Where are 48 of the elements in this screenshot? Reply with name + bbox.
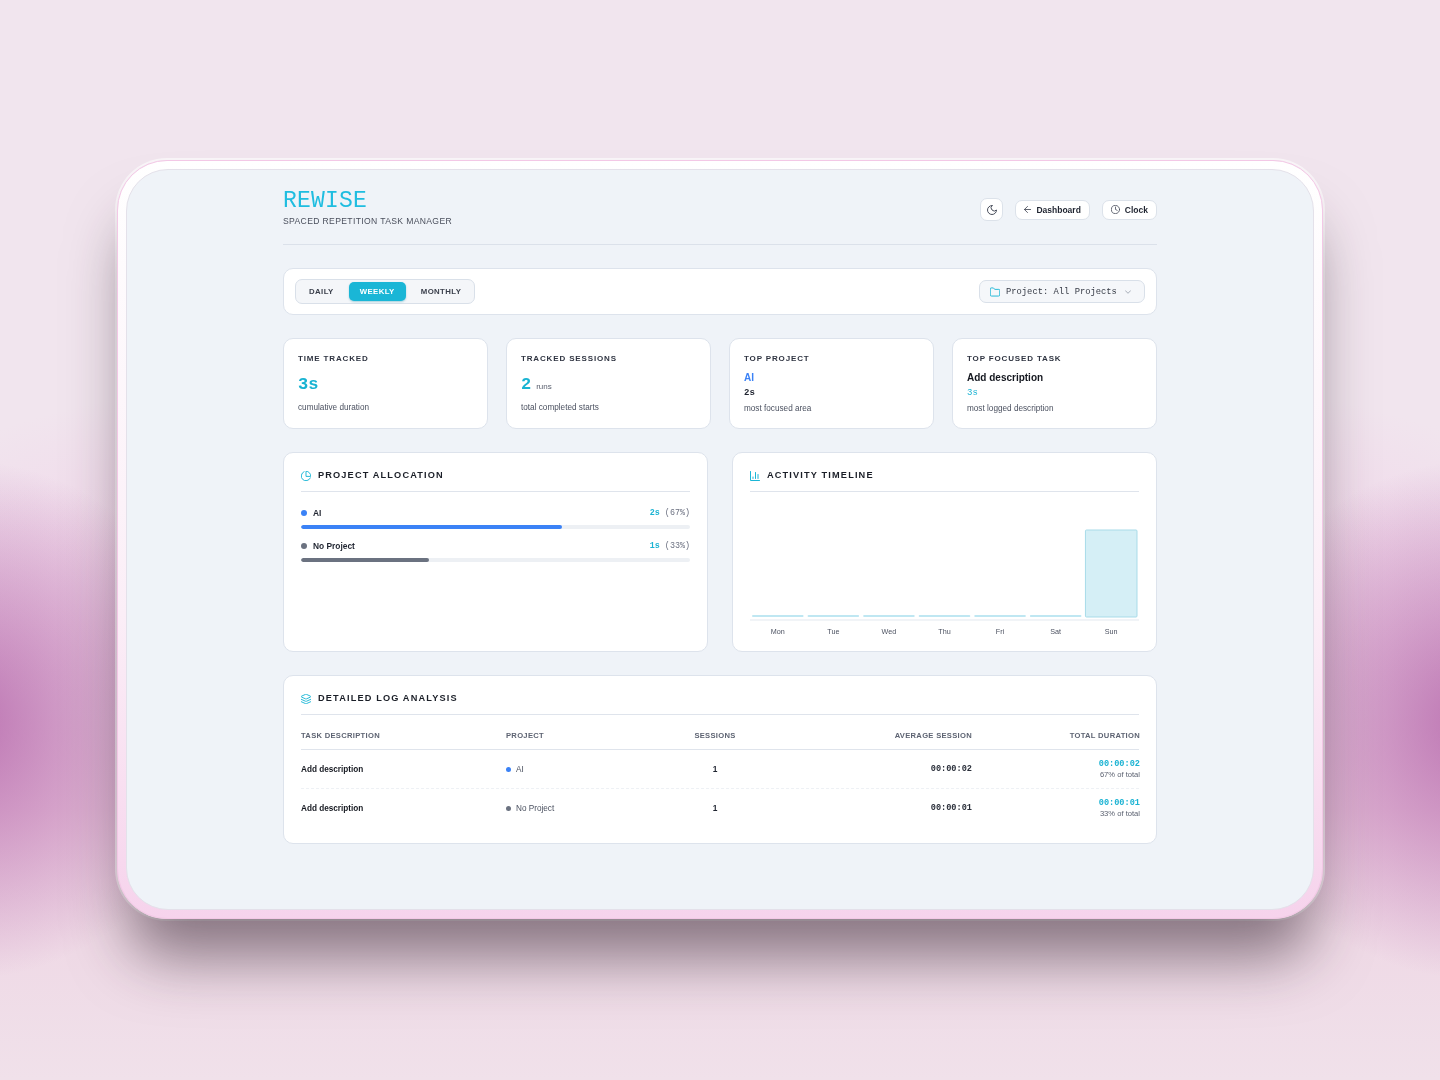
stat-value: 3s bbox=[298, 375, 319, 395]
stat-name: AI bbox=[744, 372, 754, 384]
bar-chart-icon bbox=[750, 470, 760, 481]
total-duration: 00:00:01 bbox=[1098, 798, 1140, 808]
clock-icon bbox=[1110, 205, 1120, 214]
stat-name: Add description bbox=[967, 372, 1044, 384]
clock-button[interactable]: Clock bbox=[1101, 199, 1157, 220]
arrow-left-icon bbox=[1024, 206, 1032, 213]
panel-title: ACTIVITY TIMELINE bbox=[767, 469, 874, 482]
folder-icon bbox=[990, 286, 1000, 297]
project-name: AI bbox=[313, 508, 323, 518]
project-share: (33%) bbox=[664, 541, 690, 551]
theme-toggle-button[interactable] bbox=[980, 198, 1004, 221]
stat-label: TOP PROJECT bbox=[744, 353, 810, 365]
table-cell: Add description bbox=[301, 764, 364, 774]
table-cell: 00:00:02 bbox=[930, 764, 972, 774]
panel-title: PROJECT ALLOCATION bbox=[318, 469, 444, 482]
stat-description: cumulative duration bbox=[298, 402, 369, 413]
stat-description: most logged description bbox=[967, 403, 1054, 414]
project-duration: 1s bbox=[649, 541, 660, 551]
stat-description: total completed starts bbox=[521, 402, 599, 413]
stat-label: TRACKED SESSIONS bbox=[521, 353, 617, 365]
app-logo: REWISE bbox=[283, 188, 367, 214]
pie-chart-icon bbox=[301, 470, 311, 481]
chevron-down-icon bbox=[1124, 289, 1131, 294]
stat-label: TOP FOCUSED TASK bbox=[967, 353, 1062, 365]
stat-description: most focused area bbox=[744, 403, 812, 414]
dashboard-button[interactable]: Dashboard bbox=[1015, 199, 1090, 220]
panel-title: DETAILED LOG ANALYSIS bbox=[318, 692, 458, 705]
table-cell: Add description bbox=[301, 803, 364, 813]
stat-value: 2s bbox=[744, 387, 755, 399]
total-duration: 00:00:02 bbox=[1098, 759, 1140, 769]
table-cell: 00:00:01 bbox=[930, 803, 972, 813]
project-share: (67%) bbox=[664, 508, 690, 518]
stat-value: 3s bbox=[967, 387, 978, 399]
table-cell: 1 bbox=[712, 803, 718, 813]
layers-icon bbox=[301, 693, 311, 704]
app-subtitle: SPACED REPETITION TASK MANAGER bbox=[283, 216, 453, 227]
table-cell: 1 bbox=[712, 764, 718, 774]
moon-icon bbox=[986, 204, 997, 215]
table-cell: No Project bbox=[516, 803, 555, 813]
table-cell: AI bbox=[516, 764, 524, 774]
project-name: No Project bbox=[313, 541, 356, 551]
stat-unit: runs bbox=[536, 382, 552, 391]
project-dropdown[interactable]: Project: All Projects bbox=[979, 280, 1145, 303]
project-duration: 2s bbox=[649, 508, 660, 518]
stat-label: TIME TRACKED bbox=[298, 353, 369, 365]
stat-value: 2 bbox=[521, 375, 532, 395]
